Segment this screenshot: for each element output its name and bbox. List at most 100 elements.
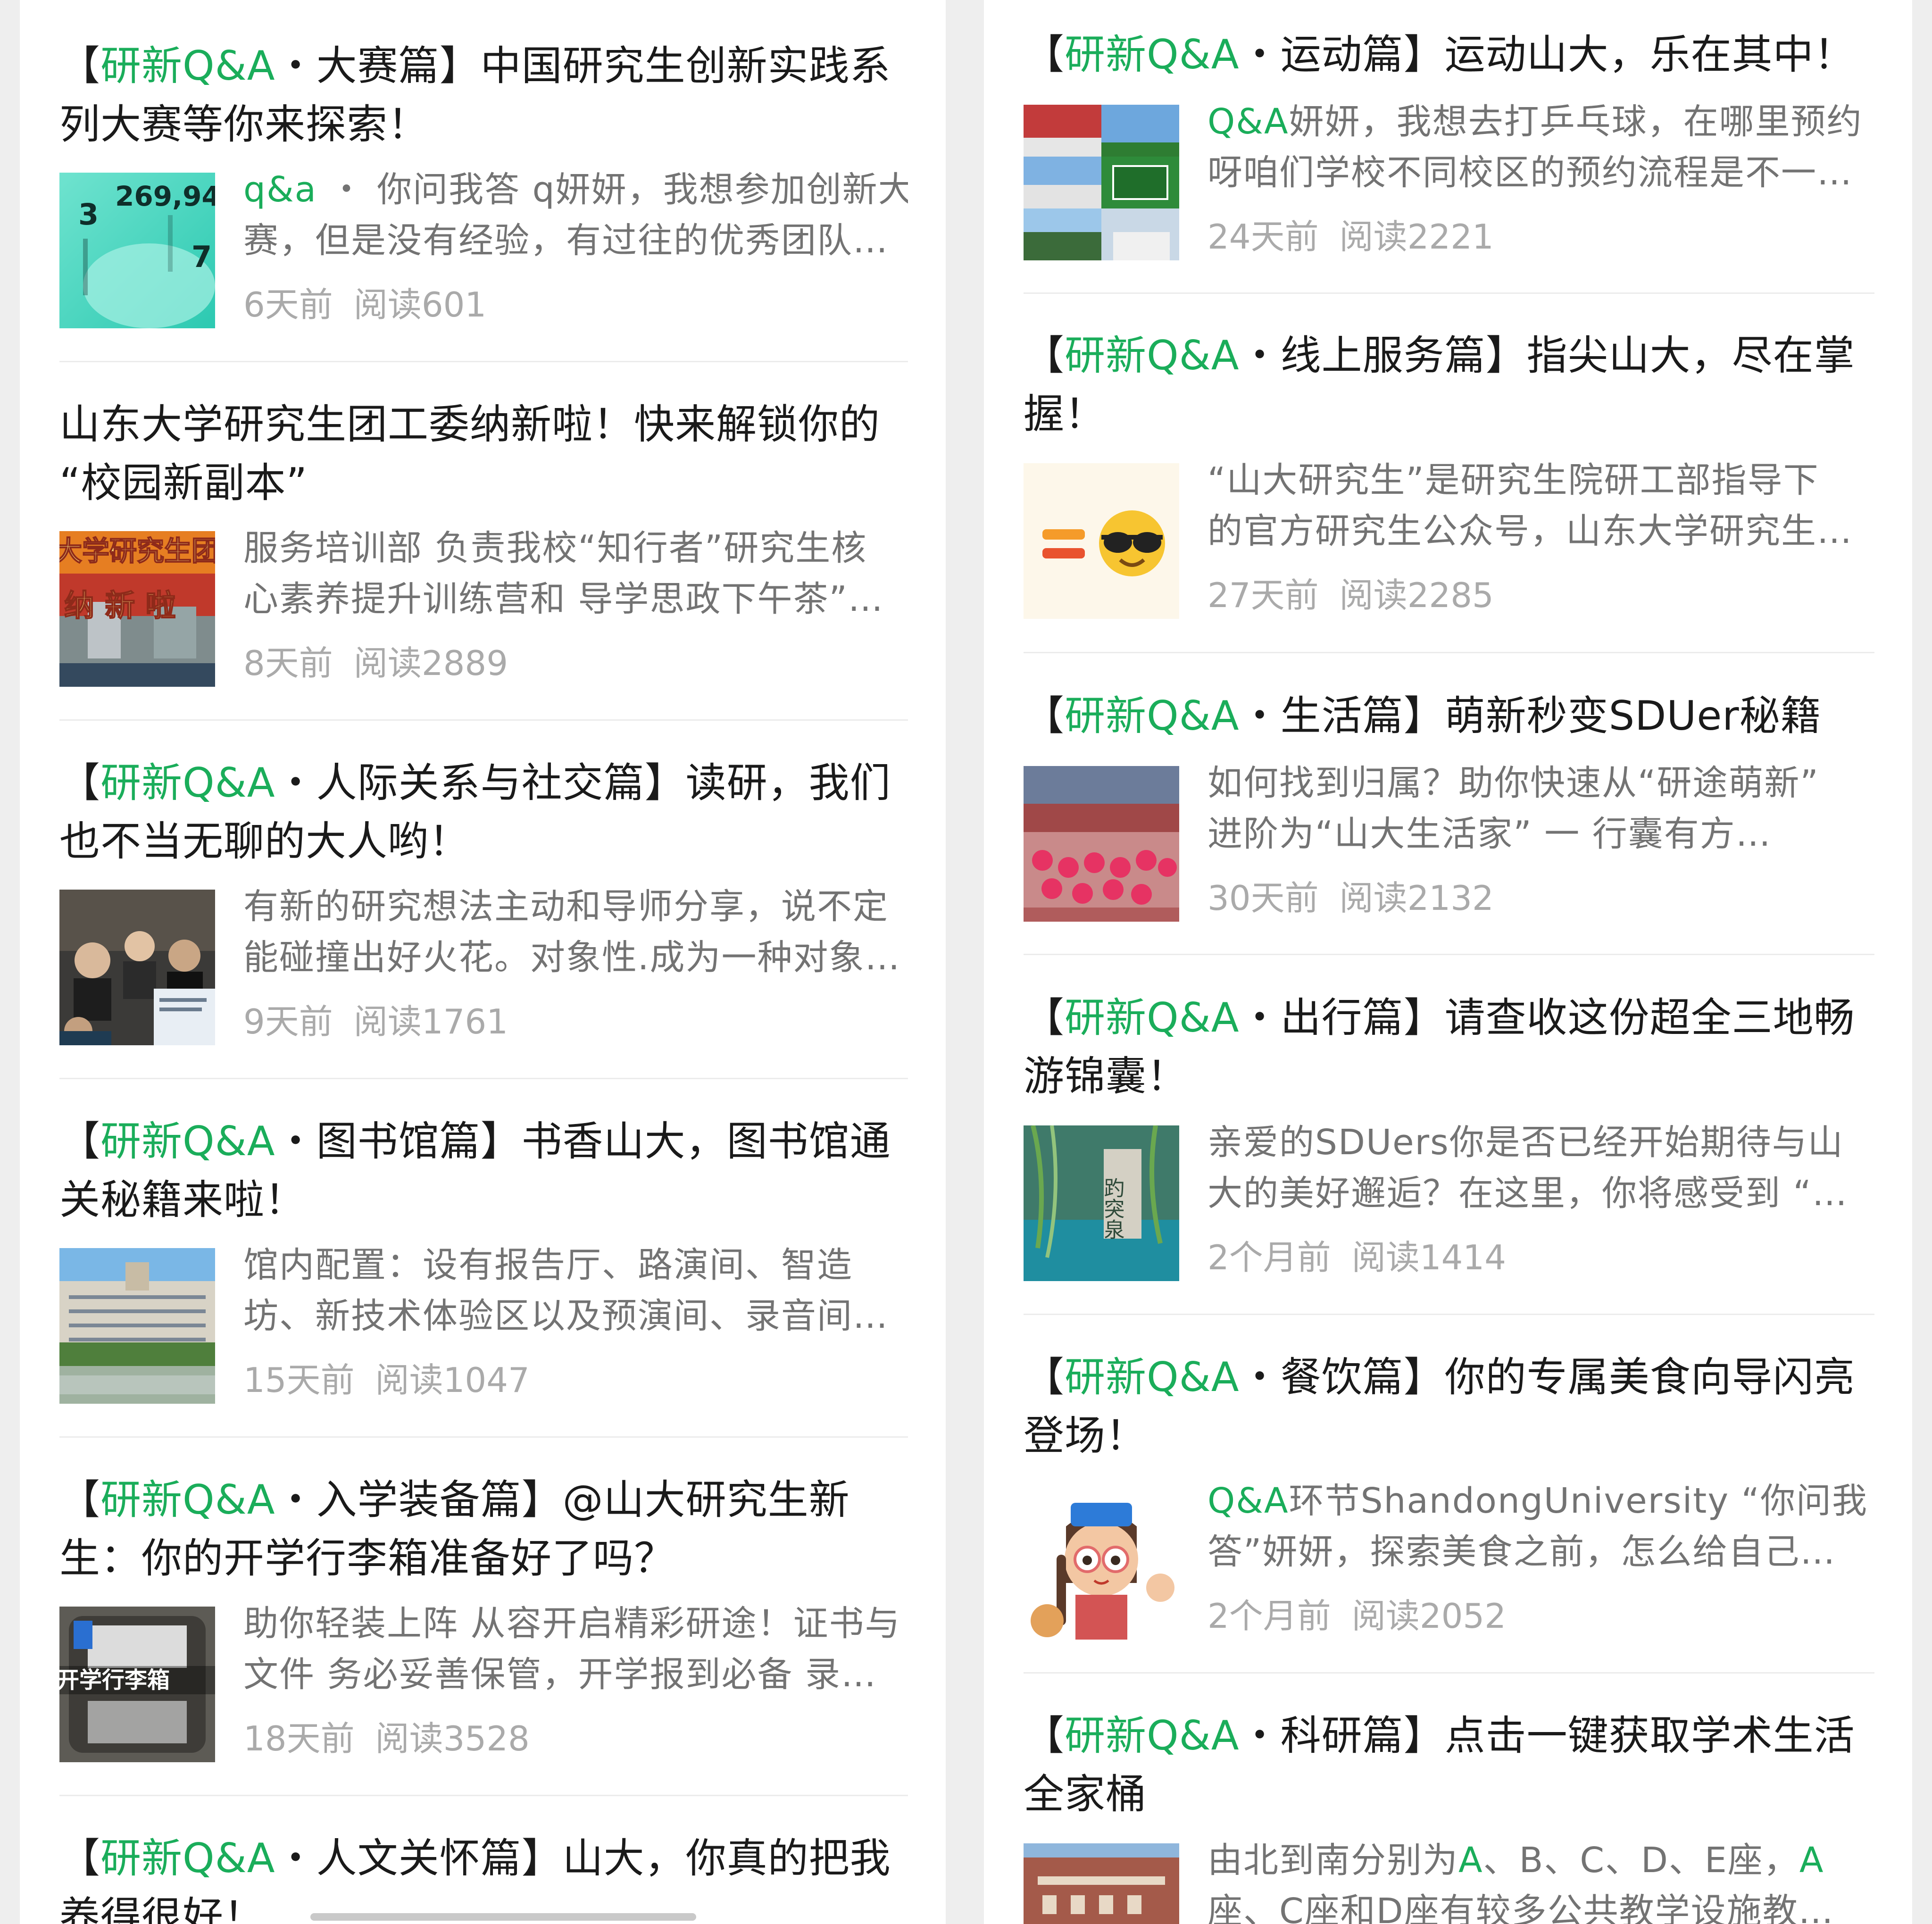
article-body[interactable]: 由北到南分别为A、B、C、D、E座，A 座、C座和D座有较多公共教学设施教… bbox=[1024, 1840, 1874, 1924]
thumbnail-caption: 开学行李箱 bbox=[59, 1667, 170, 1693]
publish-time: 18天前 bbox=[243, 1719, 355, 1758]
article-title: 【研新Q&A・入学装备篇】@山大研究生新 生：你的开学行李箱准备好了吗？ bbox=[59, 1476, 850, 1582]
publish-time: 24天前 bbox=[1208, 217, 1319, 257]
article-title: 【研新Q&A・大赛篇】中国研究生创新实践系 列大赛等你来探索！ bbox=[59, 42, 891, 148]
divider bbox=[1024, 292, 1874, 294]
article-card[interactable]: 【研新Q&A・生活篇】萌新秒变SDUer秘籍 bbox=[984, 687, 1912, 745]
article-meta: 6天前 阅读601 bbox=[243, 281, 486, 328]
read-count: 阅读2221 bbox=[1339, 217, 1494, 257]
read-count: 阅读2052 bbox=[1351, 1596, 1507, 1636]
article-body[interactable]: Q&A环节ShandongUniversity “你问我 答”妍妍，探索美食之前… bbox=[1024, 1481, 1874, 1640]
read-count: 阅读2132 bbox=[1339, 878, 1494, 918]
article-thumbnail bbox=[1024, 1484, 1179, 1640]
article-body[interactable]: 有新的研究想法主动和导师分享，说不定 能碰撞出好火花。对象性.成为一种对象… 9… bbox=[59, 886, 908, 1045]
article-thumbnail bbox=[1024, 105, 1179, 260]
article-list-right[interactable]: 【研新Q&A・运动篇】运动山大，乐在其中！ Q&A妍妍，我想去打乒乓球，在哪里预… bbox=[984, 0, 1912, 1924]
article-summary: Q&A妍妍，我想去打乒乓球，在哪里预约 呀咱们学校不同校区的预约流程是不一… bbox=[1208, 101, 1863, 193]
article-meta: 2个月前 阅读1414 bbox=[1208, 1234, 1506, 1281]
article-title: 【研新Q&A・人文关怀篇】山大，你真的把我 养得很好！ bbox=[59, 1835, 891, 1924]
article-summary: 馆内配置：设有报告厅、路演间、智造 坊、新技术体验区以及预演间、录音间… bbox=[243, 1245, 889, 1336]
article-thumbnail bbox=[59, 1248, 215, 1404]
article-summary: 助你轻装上阵 从容开启精彩研途！证书与 文件 务必妥善保管，开学报到必备 录… bbox=[243, 1603, 901, 1695]
publish-time: 30天前 bbox=[1208, 878, 1319, 918]
publish-time: 15天前 bbox=[243, 1360, 355, 1400]
article-summary: Q&A环节ShandongUniversity “你问我 答”妍妍，探索美食之前… bbox=[1208, 1481, 1868, 1572]
article-card[interactable]: 【研新Q&A・图书馆篇】书香山大，图书馆通 关秘籍来啦！ bbox=[20, 1112, 946, 1229]
article-meta: 9天前 阅读1761 bbox=[243, 998, 508, 1045]
read-count: 阅读2889 bbox=[353, 643, 508, 683]
article-body[interactable]: 趵突泉 亲爱的SDUers你是否已经开始期待与山 大的美好邂逅？在这里，你将感受… bbox=[1024, 1122, 1874, 1281]
article-body[interactable]: “山大研究生”是研究生院研工部指导下 的官方研究生公众号，山东大学研究生… 27… bbox=[1024, 460, 1874, 619]
read-count: 阅读2285 bbox=[1339, 575, 1494, 615]
publish-time: 2个月前 bbox=[1208, 1238, 1331, 1277]
article-thumbnail: 开学行李箱 bbox=[59, 1607, 215, 1762]
article-thumbnail bbox=[1024, 463, 1179, 619]
article-title: 【研新Q&A・线上服务篇】指尖山大，尽在掌 握！ bbox=[1024, 332, 1855, 438]
poster-text: 纳 新 啦 bbox=[64, 589, 176, 624]
article-thumbnail: 大学研究生团 纳 新 啦 bbox=[59, 531, 215, 687]
divider bbox=[1024, 954, 1874, 955]
poster-text: 大学研究生团 bbox=[59, 535, 215, 567]
publish-time: 9天前 bbox=[243, 1002, 333, 1041]
article-body[interactable]: 馆内配置：设有报告厅、路演间、智造 坊、新技术体验区以及预演间、录音间… 15天… bbox=[59, 1245, 908, 1404]
publish-time: 8天前 bbox=[243, 643, 333, 683]
article-thumbnail bbox=[59, 890, 215, 1045]
article-meta: 24天前 阅读2221 bbox=[1208, 213, 1494, 260]
article-meta: 8天前 阅读2889 bbox=[243, 640, 508, 687]
article-summary: q&a ・ 你问我答 q妍妍，我想参加创新大 赛，但是没有经验，有过往的优秀团队… bbox=[243, 169, 908, 261]
article-body[interactable]: Q&A妍妍，我想去打乒乓球，在哪里预约 呀咱们学校不同校区的预约流程是不一… 2… bbox=[1024, 101, 1874, 260]
article-card[interactable]: 【研新Q&A・运动篇】运动山大，乐在其中！ bbox=[984, 25, 1912, 84]
article-body[interactable]: 开学行李箱 助你轻装上阵 从容开启精彩研途！证书与 文件 务必妥善保管，开学报到… bbox=[59, 1603, 908, 1762]
article-meta: 18天前 阅读3528 bbox=[243, 1715, 530, 1762]
article-thumbnail: 趵突泉 bbox=[1024, 1125, 1179, 1281]
divider bbox=[59, 1078, 908, 1079]
article-thumbnail bbox=[1024, 1843, 1179, 1924]
article-card[interactable]: 【研新Q&A・入学装备篇】@山大研究生新 生：你的开学行李箱准备好了吗？ bbox=[20, 1471, 946, 1588]
article-title: 【研新Q&A・科研篇】点击一键获取学术生活 全家桶 bbox=[1024, 1712, 1855, 1818]
article-card[interactable]: 山东大学研究生团工委纳新啦！快来解锁你的 “校园新副本” bbox=[20, 395, 946, 512]
stat-text: 269,94 bbox=[115, 180, 215, 212]
divider bbox=[59, 1795, 908, 1796]
publish-time: 27天前 bbox=[1208, 575, 1319, 615]
article-summary: 由北到南分别为A、B、C、D、E座，A 座、C座和D座有较多公共教学设施教… bbox=[1208, 1840, 1834, 1924]
article-summary: 有新的研究想法主动和导师分享，说不定 能碰撞出好火花。对象性.成为一种对象… bbox=[243, 886, 901, 978]
article-meta: 2个月前 阅读2052 bbox=[1208, 1592, 1506, 1640]
article-meta: 30天前 阅读2132 bbox=[1208, 875, 1494, 922]
article-card[interactable]: 【研新Q&A・出行篇】请查收这份超全三地畅 游锦囊！ bbox=[984, 989, 1912, 1106]
article-body[interactable]: 3 269,94 7 q&a ・ 你问我答 q妍妍，我想参加创新大 赛，但是没有… bbox=[59, 169, 908, 328]
divider bbox=[1024, 1672, 1874, 1674]
divider bbox=[1024, 1314, 1874, 1315]
stat-text: 7 bbox=[192, 240, 212, 274]
scrollbar[interactable] bbox=[310, 1913, 696, 1921]
article-meta: 27天前 阅读2285 bbox=[1208, 572, 1494, 619]
article-title: 【研新Q&A・出行篇】请查收这份超全三地畅 游锦囊！ bbox=[1024, 994, 1855, 1100]
article-title: 【研新Q&A・运动篇】运动山大，乐在其中！ bbox=[1024, 31, 1855, 78]
article-card[interactable]: 【研新Q&A・人际关系与社交篇】读研，我们 也不当无聊的大人哟！ bbox=[20, 754, 946, 871]
read-count: 阅读601 bbox=[353, 285, 487, 325]
publish-time: 2个月前 bbox=[1208, 1596, 1331, 1636]
article-body[interactable]: 如何找到归属？助你快速从“研途萌新” 进阶为“山大生活家” 一 行囊有方… 30… bbox=[1024, 763, 1874, 922]
article-title: 【研新Q&A・人际关系与社交篇】读研，我们 也不当无聊的大人哟！ bbox=[59, 759, 891, 865]
read-count: 阅读3528 bbox=[375, 1719, 530, 1758]
article-summary: 服务培训部 负责我校“知行者”研究生核 心素养提升训练营和 导学思政下午茶”… bbox=[243, 528, 884, 619]
article-title: 【研新Q&A・图书馆篇】书香山大，图书馆通 关秘籍来啦！ bbox=[59, 1118, 891, 1224]
article-card[interactable]: 【研新Q&A・餐饮篇】你的专属美食向导闪亮 登场！ bbox=[984, 1348, 1912, 1465]
article-title: 【研新Q&A・餐饮篇】你的专属美食向导闪亮 登场！ bbox=[1024, 1354, 1855, 1459]
article-summary: 如何找到归属？助你快速从“研途萌新” 进阶为“山大生活家” 一 行囊有方… bbox=[1208, 763, 1819, 854]
article-title: 【研新Q&A・生活篇】萌新秒变SDUer秘籍 bbox=[1024, 692, 1822, 740]
article-summary: “山大研究生”是研究生院研工部指导下 的官方研究生公众号，山东大学研究生… bbox=[1208, 460, 1853, 551]
divider bbox=[59, 1436, 908, 1438]
article-card[interactable]: 【研新Q&A・人文关怀篇】山大，你真的把我 养得很好！ bbox=[20, 1829, 946, 1924]
article-meta: 15天前 阅读1047 bbox=[243, 1357, 530, 1404]
article-body[interactable]: 大学研究生团 纳 新 啦 服务培训部 负责我校“知行者”研究生核 心素养提升训练… bbox=[59, 528, 908, 687]
article-card[interactable]: 【研新Q&A・科研篇】点击一键获取学术生活 全家桶 bbox=[984, 1707, 1912, 1824]
article-list-left[interactable]: 【研新Q&A・大赛篇】中国研究生创新实践系 列大赛等你来探索！ 3 269,94 … bbox=[20, 0, 946, 1924]
read-count: 阅读1414 bbox=[1351, 1238, 1507, 1277]
article-summary: 亲爱的SDUers你是否已经开始期待与山 大的美好邂逅？在这里，你将感受到 “… bbox=[1208, 1122, 1848, 1214]
divider bbox=[59, 719, 908, 721]
article-card[interactable]: 【研新Q&A・大赛篇】中国研究生创新实践系 列大赛等你来探索！ bbox=[20, 37, 946, 154]
divider bbox=[1024, 652, 1874, 653]
stat-text: 3 bbox=[78, 197, 99, 232]
article-card[interactable]: 【研新Q&A・线上服务篇】指尖山大，尽在掌 握！ bbox=[984, 326, 1912, 443]
read-count: 阅读1761 bbox=[353, 1002, 508, 1041]
